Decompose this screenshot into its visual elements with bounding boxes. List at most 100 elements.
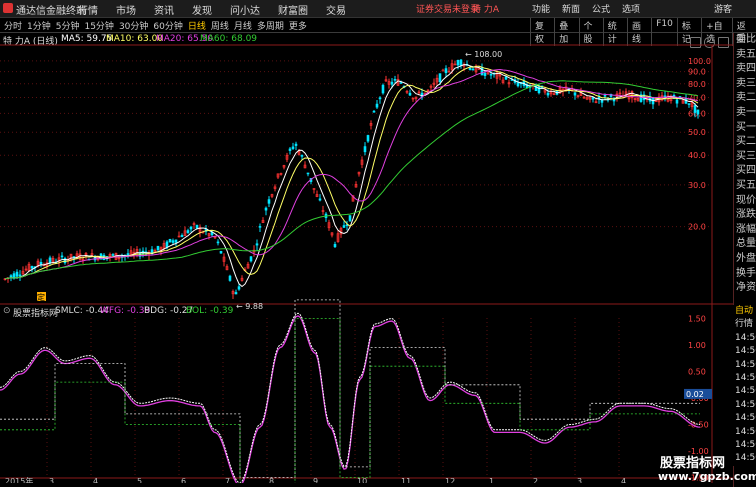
candle-body (189, 226, 193, 230)
candle-body (663, 95, 667, 98)
menu-options[interactable]: 选项 (622, 2, 640, 15)
menu-quotes[interactable]: 行情 (78, 2, 98, 17)
menu-functions[interactable]: 功能 (532, 2, 550, 15)
tab-more[interactable]: 更多 (289, 19, 307, 32)
candle-body (255, 243, 259, 246)
tab-weekly[interactable]: 周线 (211, 19, 229, 32)
quote-row: 总量 (736, 238, 756, 250)
menu-market[interactable]: 市场 (116, 2, 136, 17)
x-tick-label: 4 (621, 477, 626, 483)
smlc-line (0, 312, 701, 483)
candle-body (300, 155, 304, 157)
candle-body (444, 68, 448, 74)
menu-formula[interactable]: 公式 (592, 2, 610, 15)
candle-body (363, 146, 367, 153)
candle-body (39, 262, 43, 265)
x-tick-label: 3 (49, 477, 54, 483)
candle-body (156, 245, 160, 251)
candle-body (318, 198, 322, 201)
wfg-value: WFG: -0.39 (100, 306, 151, 316)
candle-body (546, 92, 550, 96)
tick-time: 14:50 (735, 346, 756, 357)
tab-1min[interactable]: 1分钟 (27, 19, 51, 32)
candle-body (378, 97, 382, 100)
indicator-title: 股票指标网 (13, 309, 59, 319)
candle-body (537, 86, 541, 94)
tab-60min[interactable]: 60分钟 (153, 19, 182, 32)
quote-row: 净资 (736, 282, 756, 294)
tick-time: 14:50 (735, 413, 756, 424)
tab-intraday[interactable]: 分时 (4, 19, 22, 32)
wfg-line (0, 315, 701, 483)
candle-body (573, 92, 577, 96)
tab-5min[interactable]: 5分钟 (56, 19, 80, 32)
osc-cursor-value: 0.02 (686, 390, 704, 399)
osc-tick-label: 0.50 (688, 368, 706, 377)
candle-body (294, 143, 298, 146)
candle-body (366, 135, 370, 142)
candle-body (30, 266, 34, 269)
quote-row: 卖四 (736, 63, 756, 75)
menu-ask[interactable]: 问小达 (230, 2, 260, 17)
candle-body (372, 110, 376, 113)
candle-body (468, 67, 472, 70)
candle-body (381, 84, 385, 94)
quote-row: 现价 (736, 194, 756, 206)
price-tick-label: 80.0 (688, 80, 706, 89)
candle-body (174, 239, 178, 243)
bdl-step-line (0, 318, 700, 483)
kline-chart[interactable]: 100.090.080.070.060.050.040.030.020.01.5… (0, 33, 733, 483)
candle-body (126, 253, 130, 256)
x-tick-label: 9 (313, 477, 318, 483)
quote-row: 委比 (736, 34, 756, 45)
candle-body (180, 235, 184, 238)
quote-row: 涨幅 (736, 223, 756, 235)
candle-body (171, 240, 175, 243)
x-tick-label: 4 (93, 477, 98, 483)
menu-discover[interactable]: 发现 (192, 2, 212, 17)
tab-30min[interactable]: 30分钟 (119, 19, 148, 32)
tick-time: 14:50 (735, 439, 756, 450)
x-tick-label: 6 (181, 477, 186, 483)
candle-body (168, 238, 172, 243)
candle-body (393, 79, 397, 81)
tab-daily[interactable]: 日线 (188, 19, 206, 32)
candle-body (258, 226, 262, 228)
quote-row: 买三 (736, 150, 756, 162)
menu-news[interactable]: 资讯 (154, 2, 174, 17)
menu-new-page[interactable]: 新面 (562, 2, 580, 15)
x-tick-label: 1 (489, 477, 494, 483)
high-price-label: ← 108.00 (465, 50, 502, 59)
quote-row: 卖一 (736, 106, 756, 118)
candle-body (603, 94, 607, 97)
period-tabs: 分时 1分钟 5分钟 15分钟 30分钟 60分钟 日线 周线 月线 多周期 更… (4, 19, 307, 32)
current-stock: 特 力A (472, 5, 500, 15)
candle-body (165, 241, 169, 248)
tick-time: 14:50 (735, 332, 756, 343)
x-tick-label: 11 (401, 477, 411, 483)
title-bar: 通达信金融终端 行情 市场 资讯 发现 问小达 财富圈 交易 证券交易未登录 特… (0, 0, 756, 18)
menu-trade[interactable]: 交易 (326, 2, 346, 17)
candle-body (237, 286, 241, 290)
candle-body (696, 109, 700, 115)
candle-body (264, 207, 268, 211)
tab-monthly[interactable]: 月线 (234, 19, 252, 32)
tab-15min[interactable]: 15分钟 (84, 19, 113, 32)
x-tick-label: 3 (577, 477, 582, 483)
guest-user[interactable]: 游客 (714, 2, 732, 15)
candle-body (111, 254, 115, 256)
x-tick-label: 12 (445, 477, 455, 483)
main-menu: 行情 市场 资讯 发现 问小达 财富圈 交易 (78, 2, 346, 17)
candle-body (234, 292, 238, 295)
tick-auto[interactable]: 自动 (733, 305, 756, 318)
tick-panel: 自动 行情 14:50 14:50 14:50 14:50 14:50 14:5… (733, 305, 756, 466)
tab-multi-period[interactable]: 多周期 (257, 19, 284, 32)
price-tick-label: 40.0 (688, 151, 706, 160)
candle-body (483, 72, 487, 76)
candle-body (186, 230, 190, 233)
tick-time: 14:50 (735, 372, 756, 383)
app-name: 通达信金融终端 (16, 6, 86, 17)
login-notice[interactable]: 证券交易未登录 (416, 2, 479, 15)
ma60-line (4, 80, 699, 280)
menu-wealth[interactable]: 财富圈 (278, 2, 308, 17)
